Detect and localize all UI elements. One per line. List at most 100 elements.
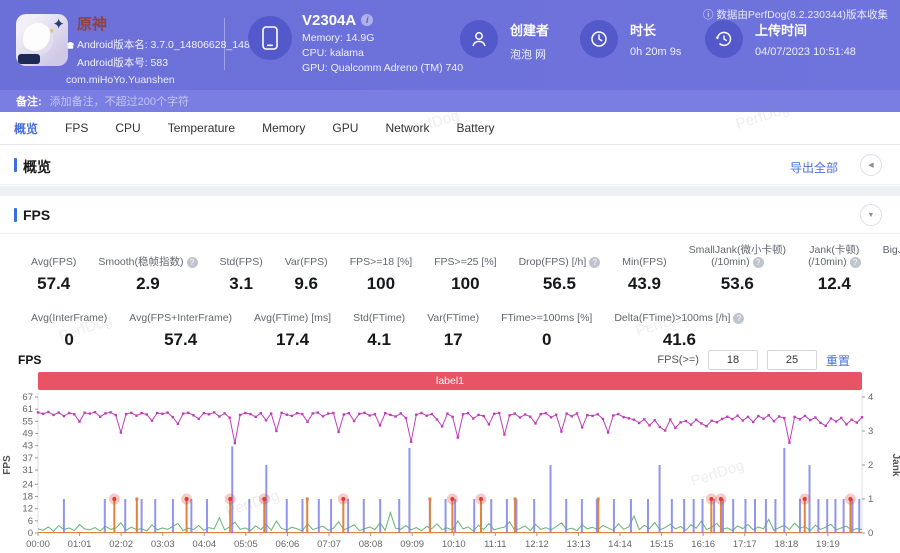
note-bar[interactable]: 备注: 添加备注，不超过200个字符 xyxy=(0,90,900,112)
clock-icon xyxy=(580,20,618,58)
fps-point xyxy=(638,422,640,424)
metric-avg-fps-: Avg(FPS)57.4 xyxy=(20,244,87,294)
metric-fps-25-: FPS>=25 [%]100 xyxy=(423,244,507,294)
fps-point xyxy=(597,413,599,415)
metric-value: 9.6 xyxy=(285,274,328,294)
fps-point xyxy=(37,411,39,413)
fps-chart[interactable]: 67615549433731241812604321000:0001:0102:… xyxy=(0,390,900,553)
android-version-code: Android版本号: 583 xyxy=(77,55,259,70)
fps-point xyxy=(229,417,231,419)
tab-temperature[interactable]: Temperature xyxy=(168,121,235,135)
fps-point xyxy=(503,433,505,435)
fps-point xyxy=(301,413,303,415)
help-icon[interactable]: ? xyxy=(733,313,744,324)
help-icon[interactable]: ? xyxy=(850,257,861,268)
fps-point xyxy=(793,416,795,418)
fps-point xyxy=(446,412,448,414)
x-tick-label: 08:08 xyxy=(359,539,383,550)
fps-point xyxy=(384,412,386,414)
fps-point xyxy=(218,415,220,417)
x-tick-label: 11:11 xyxy=(484,539,506,550)
fps-point xyxy=(177,423,179,425)
reset-link[interactable]: 重置 xyxy=(826,352,850,369)
fps-point xyxy=(555,414,557,416)
fps-point xyxy=(317,411,319,413)
bigjank-alert-dot xyxy=(228,497,232,501)
game-title: 原神 xyxy=(77,13,259,34)
tab-battery[interactable]: Battery xyxy=(456,121,494,135)
tab-fps[interactable]: FPS xyxy=(65,121,88,135)
help-icon[interactable]: ? xyxy=(187,257,198,268)
fps-threshold-input-1[interactable] xyxy=(708,350,758,370)
fps-point xyxy=(648,424,650,426)
tab-cpu[interactable]: CPU xyxy=(115,121,140,135)
fps-point xyxy=(451,416,453,418)
fps-point xyxy=(757,415,759,417)
metric-avg-interframe-: Avg(InterFrame)0 xyxy=(20,300,118,350)
y-tick-label: 12 xyxy=(22,504,33,515)
fps-point xyxy=(602,418,604,420)
fps-point xyxy=(312,412,314,414)
help-icon[interactable]: ? xyxy=(753,257,764,268)
tab-memory[interactable]: Memory xyxy=(262,121,305,135)
collapse-left-button[interactable]: ◀ xyxy=(860,154,882,176)
y-tick-label: 67 xyxy=(22,392,33,403)
fps-point xyxy=(726,416,728,418)
fps-point xyxy=(337,431,339,433)
y-tick-label: 4 xyxy=(868,392,873,403)
fps-point xyxy=(182,412,184,414)
fps-point xyxy=(348,412,350,414)
fps-point xyxy=(586,414,588,416)
fps-point xyxy=(695,419,697,421)
metric-value: 43.9 xyxy=(622,274,666,294)
fps-point xyxy=(581,426,583,428)
fps-point xyxy=(830,417,832,419)
bigjank-marker xyxy=(597,498,600,501)
metric-value: 56.5 xyxy=(519,274,601,294)
duration-value: 0h 20m 9s xyxy=(630,46,681,58)
header: ✦ ★ 原神 Android版本名: 3.7.0_14806628_148...… xyxy=(0,0,900,90)
metric-avg-ftime-ms-: Avg(FTime) [ms]17.4 xyxy=(243,300,342,350)
metric-label: Delta(FTime)>100ms [/h]? xyxy=(614,300,744,324)
fps-point xyxy=(286,414,288,416)
metric-value: 17 xyxy=(427,330,479,350)
upload-time-label: 上传时间 xyxy=(755,20,856,39)
fps-point xyxy=(483,415,485,417)
history-clock-icon xyxy=(705,20,743,58)
header-divider xyxy=(224,18,225,70)
metric-drop-fps-h-: Drop(FPS) [/h]?56.5 xyxy=(508,244,612,294)
fps-point xyxy=(322,415,324,417)
tab-概览[interactable]: 概览 xyxy=(14,120,38,137)
export-all-link[interactable]: 导出全部 xyxy=(790,159,838,176)
bigjank-alert-dot xyxy=(341,497,345,501)
x-tick-label: 09:09 xyxy=(400,539,424,550)
fps-point xyxy=(260,412,262,414)
device-info-icon[interactable]: i xyxy=(361,14,373,26)
fps-point xyxy=(804,415,806,417)
fps-point xyxy=(436,418,438,420)
collapse-down-button[interactable]: ▼ xyxy=(860,204,882,226)
fps-point xyxy=(73,413,75,415)
upload-time-value: 04/07/2023 10:51:48 xyxy=(755,46,856,58)
x-tick-label: 01:01 xyxy=(68,539,92,550)
x-tick-label: 15:15 xyxy=(650,539,674,550)
fps-threshold-input-2[interactable] xyxy=(767,350,817,370)
game-package: com.miHoYo.Yuanshen xyxy=(66,74,259,86)
tab-gpu[interactable]: GPU xyxy=(332,121,358,135)
tab-network[interactable]: Network xyxy=(385,121,429,135)
fps-point xyxy=(607,431,609,433)
game-app-icon: ✦ ★ xyxy=(16,14,68,66)
fps-point xyxy=(332,412,334,414)
fps-point xyxy=(861,416,863,418)
fps-point xyxy=(690,423,692,425)
metric-label: Jank(卡顿)(/10min)? xyxy=(808,244,861,268)
metric-std-ftime-: Std(FTime)4.1 xyxy=(342,300,416,350)
fps-point xyxy=(488,423,490,425)
metric-value: 2.9 xyxy=(98,274,197,294)
metric-delta-ftime-100ms-h-: Delta(FTime)>100ms [/h]?41.6 xyxy=(603,300,755,350)
fps-point xyxy=(752,421,754,423)
fps-point xyxy=(405,417,407,419)
metric-label: Std(FPS) xyxy=(220,244,263,268)
help-icon[interactable]: ? xyxy=(589,257,600,268)
section-accent-bar xyxy=(14,208,17,222)
